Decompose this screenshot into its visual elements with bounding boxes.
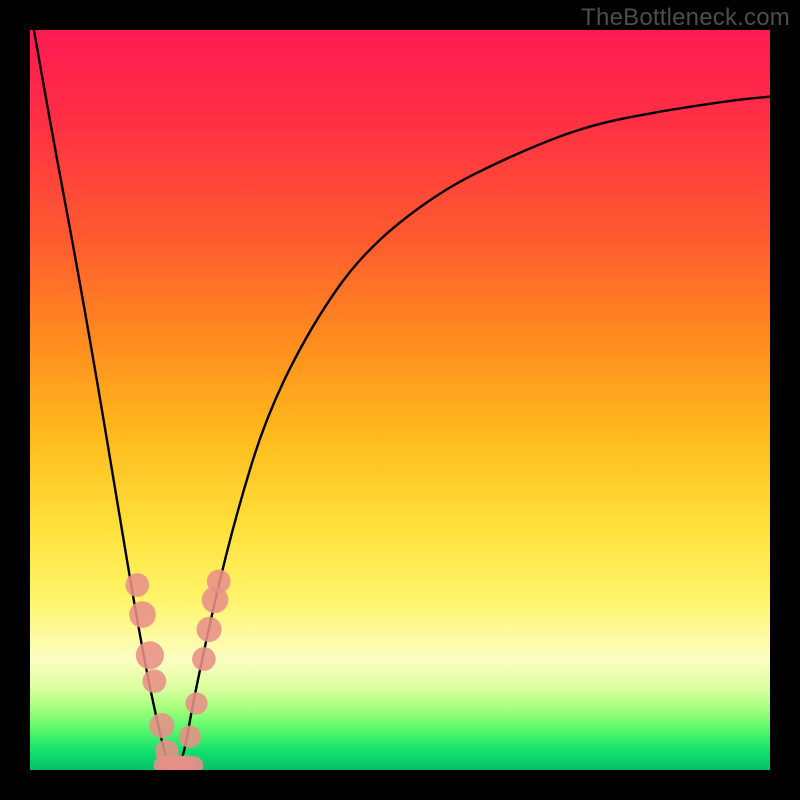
chart-marker	[149, 713, 174, 738]
chart-marker	[192, 647, 216, 671]
chart-frame: TheBottleneck.com	[0, 0, 800, 800]
chart-markers	[125, 569, 230, 770]
chart-marker	[142, 669, 166, 693]
chart-marker	[197, 617, 222, 642]
chart-marker	[129, 601, 156, 628]
chart-marker	[136, 641, 164, 669]
chart-marker	[185, 692, 207, 714]
chart-plot-area	[30, 30, 770, 770]
chart-svg	[30, 30, 770, 770]
chart-marker	[179, 726, 201, 748]
chart-marker	[207, 569, 231, 593]
chart-marker	[125, 573, 149, 597]
watermark-text: TheBottleneck.com	[581, 4, 790, 32]
